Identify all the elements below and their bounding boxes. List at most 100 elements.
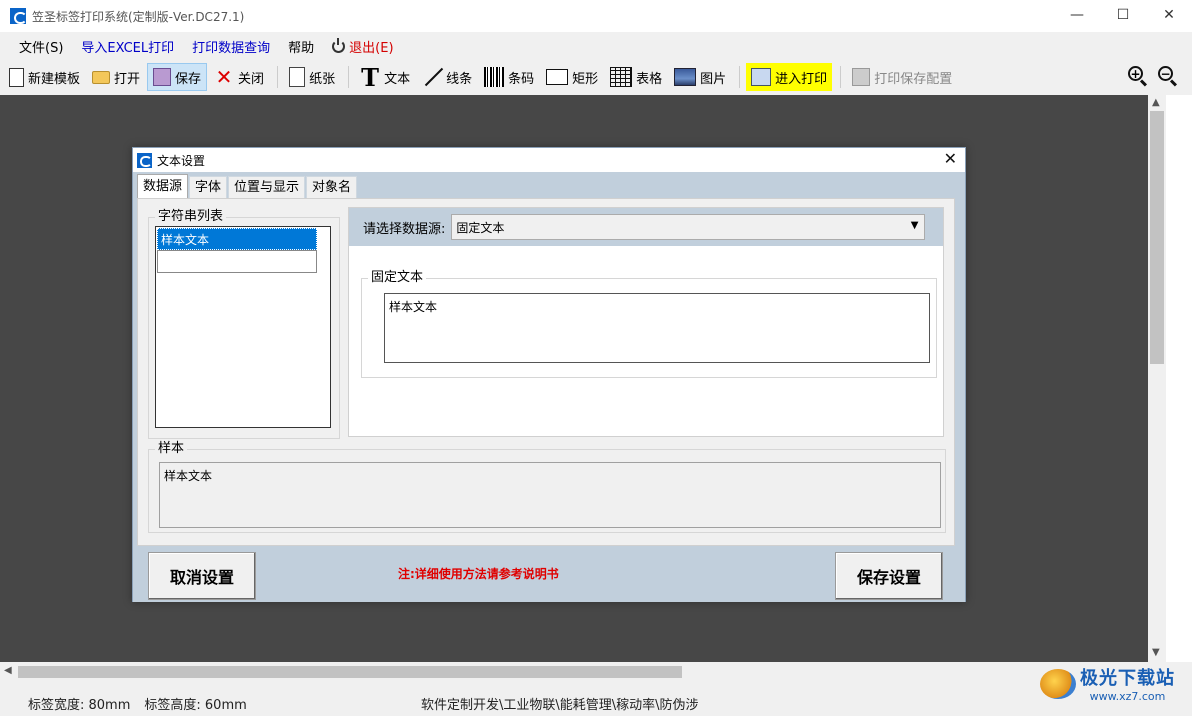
datasource-panel: 字符串列表 样本文本 请选择数据源: 固定文本 ▼ 固定文本 样本文本 样本 样… — [137, 198, 955, 546]
watermark-url: www.xz7.com — [1089, 690, 1166, 703]
dialog-body: 数据源 字体 位置与显示 对象名 字符串列表 样本文本 请选择数据源: 固定文本… — [133, 172, 965, 602]
dialog-title-bar: 文本设置 ✕ — [133, 148, 965, 172]
watermark: 极光下载站 www.xz7.com — [1040, 664, 1175, 703]
save-button[interactable]: 保存 — [147, 63, 208, 91]
menu-help[interactable]: 帮助 — [279, 37, 323, 56]
menu-print-query[interactable]: 打印数据查询 — [183, 37, 279, 56]
image-label: 图片 — [700, 71, 727, 87]
paper-button[interactable]: 纸张 — [284, 63, 340, 91]
tab-font[interactable]: 字体 — [189, 176, 228, 198]
toolbar-divider — [277, 66, 279, 88]
label-width-status: 标签宽度: 80mm — [28, 697, 131, 713]
folder-icon — [92, 70, 111, 84]
table-tool-button[interactable]: 表格 — [605, 63, 667, 91]
rect-tool-button[interactable]: 矩形 — [541, 63, 603, 91]
services-status: 软件定制开发\工业物联\能耗管理\稼动率\防伪涉 — [421, 697, 699, 713]
save-label: 保存 — [175, 71, 202, 87]
save-icon — [153, 68, 172, 86]
enter-print-button[interactable]: 进入打印 — [746, 63, 833, 91]
dialog-button-bar: 取消设置 注:详细使用方法请参考说明书 保存设置 — [133, 546, 965, 602]
power-icon — [332, 37, 346, 53]
save-settings-button[interactable]: 保存设置 — [835, 552, 943, 600]
paper-label: 纸张 — [309, 71, 336, 87]
cancel-settings-button[interactable]: 取消设置 — [148, 552, 256, 600]
text-label: 文本 — [384, 71, 411, 87]
config-icon — [852, 68, 871, 86]
zoom-out-icon: − — [1158, 66, 1173, 81]
line-label: 线条 — [446, 71, 473, 87]
image-tool-button[interactable]: 图片 — [669, 63, 731, 91]
open-button[interactable]: 打开 — [87, 63, 145, 91]
maximize-button[interactable]: ☐ — [1100, 0, 1146, 30]
scroll-up-icon[interactable]: ▲ — [1152, 97, 1160, 108]
barcode-icon — [484, 67, 505, 87]
sample-preview: 样本文本 — [159, 462, 941, 528]
string-listbox[interactable]: 样本文本 — [155, 226, 331, 428]
fixed-text-group: 固定文本 样本文本 — [361, 270, 937, 378]
close-window-button[interactable]: ✕ — [1146, 0, 1192, 30]
printer-icon — [751, 68, 772, 86]
menu-exit[interactable]: 退出(E) — [323, 37, 402, 56]
zoom-out-button[interactable]: − — [1157, 65, 1179, 87]
scroll-down-icon[interactable]: ▼ — [1152, 647, 1160, 658]
text-tool-button[interactable]: T 文本 — [355, 62, 415, 92]
watermark-logo-icon — [1040, 668, 1076, 699]
tab-datasource[interactable]: 数据源 — [137, 174, 189, 198]
tab-object-name[interactable]: 对象名 — [306, 176, 358, 198]
tab-position[interactable]: 位置与显示 — [228, 176, 306, 198]
datasource-select[interactable]: 固定文本 ▼ — [451, 214, 926, 240]
window-controls: — ☐ ✕ — [1054, 0, 1192, 32]
scroll-left-icon[interactable]: ◀ — [4, 665, 12, 676]
list-item-new[interactable] — [157, 250, 317, 273]
datasource-header: 请选择数据源: 固定文本 ▼ — [349, 208, 943, 246]
print-save-config-label: 打印保存配置 — [874, 71, 953, 87]
barcode-label: 条码 — [508, 71, 535, 87]
zoom-out-handle — [1169, 79, 1178, 87]
dialog-tabs: 数据源 字体 位置与显示 对象名 — [137, 174, 358, 198]
vertical-scroll-thumb[interactable] — [1150, 111, 1164, 364]
window-title: 笠圣标签打印系统(定制版-Ver.DC27.1) — [32, 9, 245, 24]
sample-label: 样本 — [155, 441, 188, 457]
print-save-config-button[interactable]: 打印保存配置 — [847, 63, 957, 91]
fixed-text-label: 固定文本 — [368, 270, 427, 286]
sample-group: 样本 样本文本 — [148, 441, 946, 533]
toolbar-divider — [739, 66, 741, 88]
app-logo-icon — [10, 8, 27, 24]
table-label: 表格 — [636, 71, 663, 87]
close-label: 关闭 — [238, 71, 265, 87]
toolbar: 新建模板 打开 保存 ✕ 关闭 纸张 T 文本 线条 条码 矩形 表格 图片 进… — [0, 61, 1192, 93]
vertical-scrollbar[interactable]: ▲ ▼ — [1148, 95, 1166, 662]
menu-import-excel[interactable]: 导入EXCEL打印 — [72, 37, 183, 56]
new-template-button[interactable]: 新建模板 — [4, 63, 85, 91]
list-item-selected[interactable]: 样本文本 — [157, 228, 317, 250]
close-icon: ✕ — [215, 65, 233, 89]
datasource-settings: 请选择数据源: 固定文本 ▼ 固定文本 样本文本 — [348, 207, 944, 437]
text-icon: T — [361, 62, 379, 92]
datasource-label: 请选择数据源: — [363, 221, 446, 237]
datasource-select-value: 固定文本 — [456, 220, 505, 235]
table-icon — [610, 67, 633, 87]
toolbar-divider — [348, 66, 350, 88]
dialog-app-icon — [137, 152, 152, 168]
status-bar: 标签宽度: 80mm 标签高度: 60mm 软件定制开发\工业物联\能耗管理\稼… — [0, 690, 1192, 716]
help-note: 注:详细使用方法请参考说明书 — [398, 567, 559, 581]
image-icon — [674, 68, 697, 86]
menu-file[interactable]: 文件(S) — [10, 37, 72, 56]
line-tool-button[interactable]: 线条 — [417, 63, 477, 91]
minimize-button[interactable]: — — [1054, 0, 1100, 30]
string-list-group: 字符串列表 样本文本 — [148, 209, 340, 439]
horizontal-scrollbar[interactable]: ◀ — [0, 662, 1166, 682]
line-icon — [422, 67, 442, 87]
new-template-label: 新建模板 — [28, 71, 81, 87]
enter-print-label: 进入打印 — [775, 71, 828, 87]
zoom-in-button[interactable]: + — [1127, 65, 1149, 87]
menu-bar: 文件(S) 导入EXCEL打印 打印数据查询 帮助 退出(E) — [0, 34, 403, 58]
chevron-down-icon: ▼ — [910, 220, 919, 231]
watermark-name: 极光下载站 — [1080, 668, 1175, 689]
paper-icon — [289, 67, 306, 87]
fixed-text-input[interactable]: 样本文本 — [384, 293, 930, 363]
close-template-button[interactable]: ✕ 关闭 — [209, 63, 269, 91]
dialog-close-button[interactable]: ✕ — [944, 149, 957, 168]
barcode-tool-button[interactable]: 条码 — [479, 63, 539, 91]
horizontal-scroll-thumb[interactable] — [18, 666, 682, 678]
